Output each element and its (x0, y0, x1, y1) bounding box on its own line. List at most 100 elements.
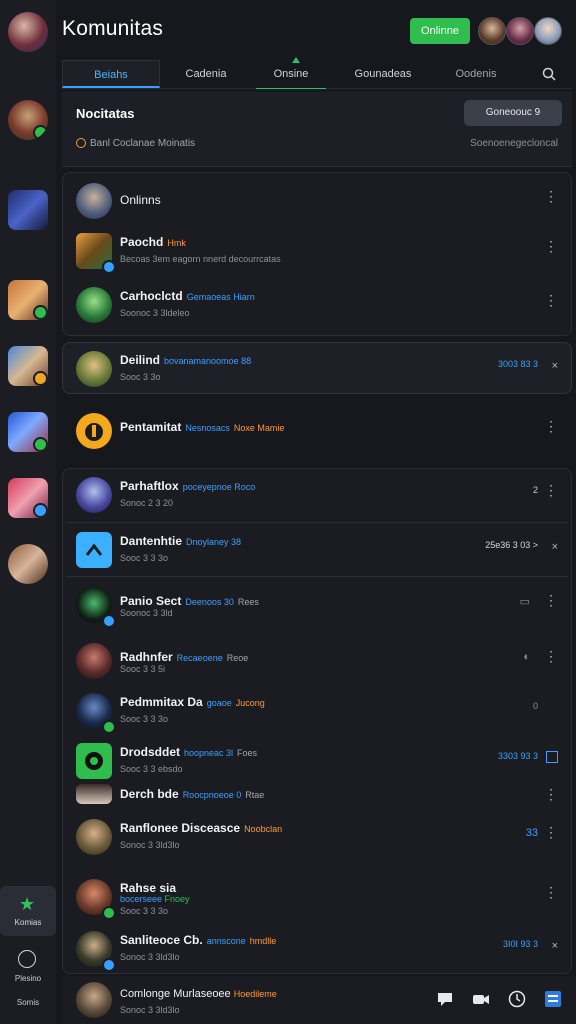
tab-onsine[interactable]: Onsine (256, 60, 326, 89)
member-meta: 0 (532, 701, 538, 711)
server-avatar-4[interactable] (8, 346, 48, 386)
more-icon[interactable]: ⋮ (544, 239, 558, 253)
list-item[interactable]: Parhaftlox poceyepnoe Roco Sonoc 2 3 20 2… (62, 468, 572, 522)
list-item[interactable]: Pedmmitax Da goaoe Jucong Sooc 3 3 3o 0 (62, 684, 572, 738)
bottom-status-bar: Comlonge Murlaseoee Hoedileme Sonoc 3 3l… (62, 976, 576, 1024)
list-item[interactable]: Onlinns ⋮ (62, 174, 572, 228)
header-user-avatar-2[interactable] (506, 17, 534, 45)
status-badge (102, 260, 116, 274)
member-subtitle: Sonoc 3 3ld3lo (120, 840, 180, 850)
list-item[interactable]: Radhnfer Recaeoene Reoe Sooc 3 3 5i ◐ ⋮ (62, 634, 572, 688)
more-icon[interactable]: ⋮ (544, 649, 558, 663)
member-name: Onlinns (120, 193, 161, 207)
avatar (76, 784, 112, 804)
member-name: Drodsddet hoopneac 3l Foes (120, 745, 258, 759)
tab-gounadeas[interactable]: Gounadeas (338, 60, 428, 88)
avatar (76, 351, 112, 387)
more-icon[interactable]: ⋮ (544, 885, 558, 899)
explore-icon[interactable] (18, 950, 36, 968)
community-icon: ★ (19, 894, 36, 914)
list-item[interactable]: Panio Sect Deenoos 30 Rees Soonoc 3 3ld ▭ … (62, 578, 572, 632)
server-avatar-2[interactable] (8, 190, 48, 230)
panel-action-button[interactable]: Goneoouc 9 (464, 100, 562, 126)
member-meta: 3I0I 93 3 (502, 939, 538, 949)
close-icon[interactable]: × (552, 359, 558, 373)
online-button[interactable]: Onlinne (410, 18, 470, 44)
status-badge (102, 720, 116, 734)
member-name: Carhoclctd Gemaoeas Hiarn (120, 289, 255, 303)
header-user-avatar-1[interactable] (478, 17, 506, 45)
avatar (76, 477, 112, 513)
top-header: Komunitas Onlinne (56, 0, 576, 60)
tab-beiahs[interactable]: Beiahs (62, 60, 160, 88)
member-tags: bocerseee Fnoey (120, 894, 190, 904)
member-name: Derch bde Roocpnoeoe 0 Rtae (120, 787, 265, 801)
server-avatar-1[interactable] (8, 100, 48, 140)
list-item[interactable]: Derch bde Roocpnoeoe 0 Rtae ⋮ (62, 776, 572, 810)
camera-icon[interactable] (472, 990, 490, 1008)
gamepad-icon[interactable]: ▭ (520, 595, 530, 608)
member-name: Parhaftlox poceyepnoe Roco (120, 479, 256, 493)
explore-label: Plesino (14, 974, 42, 983)
member-name: Panio Sect Deenoos 30 Rees (120, 594, 259, 608)
list-item[interactable]: Deilind bovanamanoomoe 88 Sooc 3 3o 3003 … (62, 342, 572, 396)
member-subtitle: Soonoc 3 3ld (120, 608, 173, 618)
extra-label: Somis (16, 998, 40, 1007)
server-sidebar: ★ Komias Plesino Somis (0, 0, 56, 1024)
list-item[interactable]: Dantenhtie Dnoylaney 38 Sooc 3 3 3o 25e36… (62, 523, 572, 577)
member-subtitle: Sonoc 3 3ld3lo (120, 952, 180, 962)
close-icon[interactable]: × (552, 540, 558, 554)
more-icon[interactable]: ⋮ (544, 593, 558, 607)
chat-icon[interactable] (436, 990, 454, 1008)
member-name: Dantenhtie Dnoylaney 38 (120, 534, 242, 548)
member-subtitle: Sooc 3 3 ebsdo (120, 764, 183, 774)
list-item[interactable]: Pentamitat Nesnosacs Noxe Mamie ⋮ (62, 404, 572, 458)
server-avatar-home[interactable] (8, 12, 48, 52)
avatar (76, 643, 112, 679)
window-icon[interactable] (546, 751, 558, 763)
member-name: Deilind bovanamanoomoe 88 (120, 353, 252, 367)
list-item[interactable]: Rahse sia bocerseee Fnoey Sooc 3 3 3o ⋮ (62, 870, 572, 924)
header-user-avatar-3[interactable] (534, 17, 562, 45)
list-item[interactable]: Paochd Hmk Becoas 3em eagorn nnerd decour… (62, 224, 572, 278)
avatar (76, 287, 112, 323)
tab-bar: Beiahs Cadenia Onsine Gounadeas Oodenis (62, 60, 572, 89)
more-icon[interactable]: ⋮ (544, 419, 558, 433)
avatar (76, 413, 112, 449)
list-item[interactable]: Ranflonee Disceasce Noobclan Sonoc 3 3ld3… (62, 810, 572, 864)
page-title: Komunitas (62, 17, 164, 40)
current-user-subtitle: Sonoc 3 3ld3lo (120, 1005, 180, 1015)
server-avatar-6[interactable] (8, 478, 48, 518)
clock-icon[interactable] (508, 990, 526, 1008)
more-icon[interactable]: ⋮ (544, 293, 558, 307)
more-icon[interactable]: ⋮ (544, 483, 558, 497)
server-avatar-3[interactable] (8, 280, 48, 320)
community-nav-button[interactable]: ★ Komias (0, 886, 56, 936)
member-name: Sanliteoce Cb. annscone hmdlle (120, 933, 277, 947)
search-icon[interactable] (542, 67, 556, 81)
member-subtitle: Sooc 3 3 3o (120, 714, 169, 724)
current-user-avatar[interactable] (76, 982, 112, 1018)
member-subtitle: Sooc 3 3 3o (120, 906, 169, 916)
more-icon[interactable]: ⋮ (544, 825, 558, 839)
server-avatar-7[interactable] (8, 544, 48, 584)
status-badge (102, 958, 116, 972)
list-item[interactable]: Carhoclctd Gemaoeas Hiarn Soonoc 3 3ldele… (62, 278, 572, 332)
tab-cadenia[interactable]: Cadenia (166, 60, 246, 88)
avatar (76, 532, 112, 568)
member-subtitle: Soonoc 3 3ldeleo (120, 308, 190, 318)
panel-right-text: Soenoenegecloncal (470, 138, 558, 149)
member-meta: 33 (525, 827, 538, 839)
community-nav-label: Komias (14, 918, 42, 927)
server-avatar-5[interactable] (8, 412, 48, 452)
more-icon[interactable]: ⋮ (544, 787, 558, 801)
more-icon[interactable]: ⋮ (544, 189, 558, 203)
list-item[interactable]: Sanliteoce Cb. annscone hmdlle Sonoc 3 3ld… (62, 922, 572, 976)
status-badge (102, 614, 116, 628)
member-meta: 2 (532, 485, 538, 495)
member-subtitle: Becoas 3em eagorn nnerd decourrcatas (120, 254, 281, 264)
member-subtitle: Sooc 3 3 5i (120, 664, 166, 674)
settings-panel-icon[interactable] (544, 990, 562, 1008)
close-icon[interactable]: × (552, 939, 558, 953)
tab-oodenis[interactable]: Oodenis (436, 60, 516, 88)
